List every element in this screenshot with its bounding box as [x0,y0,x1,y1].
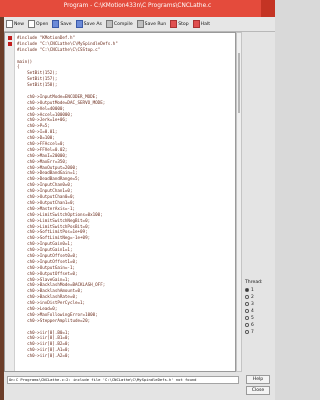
bookmark-marker[interactable] [8,42,12,46]
thread-option-label: 3 [251,301,254,307]
save-as-label: Save As [83,21,102,27]
stop-icon [170,20,178,28]
save-run-button[interactable]: Save Run [136,18,167,30]
save-label: Save [60,21,72,27]
new-file-icon [6,20,13,28]
stop-label: Stop [178,21,189,27]
thread-radio-1[interactable]: 1 [245,287,254,293]
save-as-icon [75,20,83,28]
open-button[interactable]: Open [28,18,48,30]
thread-radio-2[interactable]: 2 [245,294,254,300]
compile-icon [105,20,113,28]
window-title: Program - C:\KMotion433n\C Programs\CNCL… [63,3,212,9]
thread-option-label: 1 [251,287,254,293]
thread-radio-6[interactable]: 6 [245,322,254,328]
thread-radio-7[interactable]: 7 [245,329,254,335]
compile-label: Compile [113,21,133,27]
close-button[interactable]: Close [246,386,270,395]
thread-panel: Thread: 1 2 3 4 5 6 7 Help Close [242,32,275,400]
thread-option-label: 4 [251,308,254,314]
thread-radio-3[interactable]: 3 [245,301,254,307]
radio-icon [245,309,249,313]
halt-button[interactable]: Halt [192,18,211,30]
code-text[interactable]: #include "KMotionDef.h" #include "C:\CNCL… [17,35,233,359]
thread-radio-4[interactable]: 4 [245,308,254,314]
code-line[interactable]: ch0->iir[0].A2=0; [17,353,233,359]
new-label: New [14,21,25,27]
bookmark-marker[interactable] [8,36,12,40]
radio-icon [245,302,249,306]
save-icon [52,20,60,28]
thread-option-label: 6 [251,322,254,328]
radio-icon [245,316,249,320]
save-run-icon [136,20,144,28]
open-folder-icon [28,20,36,28]
thread-option-label: 2 [251,294,254,300]
thread-option-label: 5 [251,315,254,321]
toolbar: New Open Save Save As Compile Save Run S… [4,17,275,32]
save-as-button[interactable]: Save As [75,18,102,30]
window-close-button[interactable] [261,0,275,17]
title-bar: Program - C:\KMotion433n\C Programs\CNCL… [0,0,275,17]
save-run-label: Save Run [144,21,167,27]
help-button[interactable]: Help [246,375,270,384]
open-label: Open [36,21,49,27]
code-editor[interactable]: #include "KMotionDef.h" #include "C:\CNCL… [4,32,236,372]
thread-radio-5[interactable]: 5 [245,315,254,321]
radio-icon [245,323,249,327]
halt-icon [192,20,200,28]
radio-icon [245,295,249,299]
thread-label: Thread: [245,280,263,285]
halt-label: Halt [200,21,211,27]
editor-gutter[interactable] [5,33,15,371]
status-bar: On:C Programs\CNCLathe.c:2: include file… [4,372,242,400]
new-button[interactable]: New [6,18,24,30]
compile-button[interactable]: Compile [105,18,133,30]
thread-option-label: 7 [251,329,254,335]
save-button[interactable]: Save [52,18,72,30]
scrollbar-thumb[interactable] [238,53,240,113]
stop-button[interactable]: Stop [170,18,189,30]
compile-status-message: On:C Programs\CNCLathe.c:2: include file… [7,376,239,384]
radio-selected-icon [245,288,249,292]
radio-icon [245,330,249,334]
